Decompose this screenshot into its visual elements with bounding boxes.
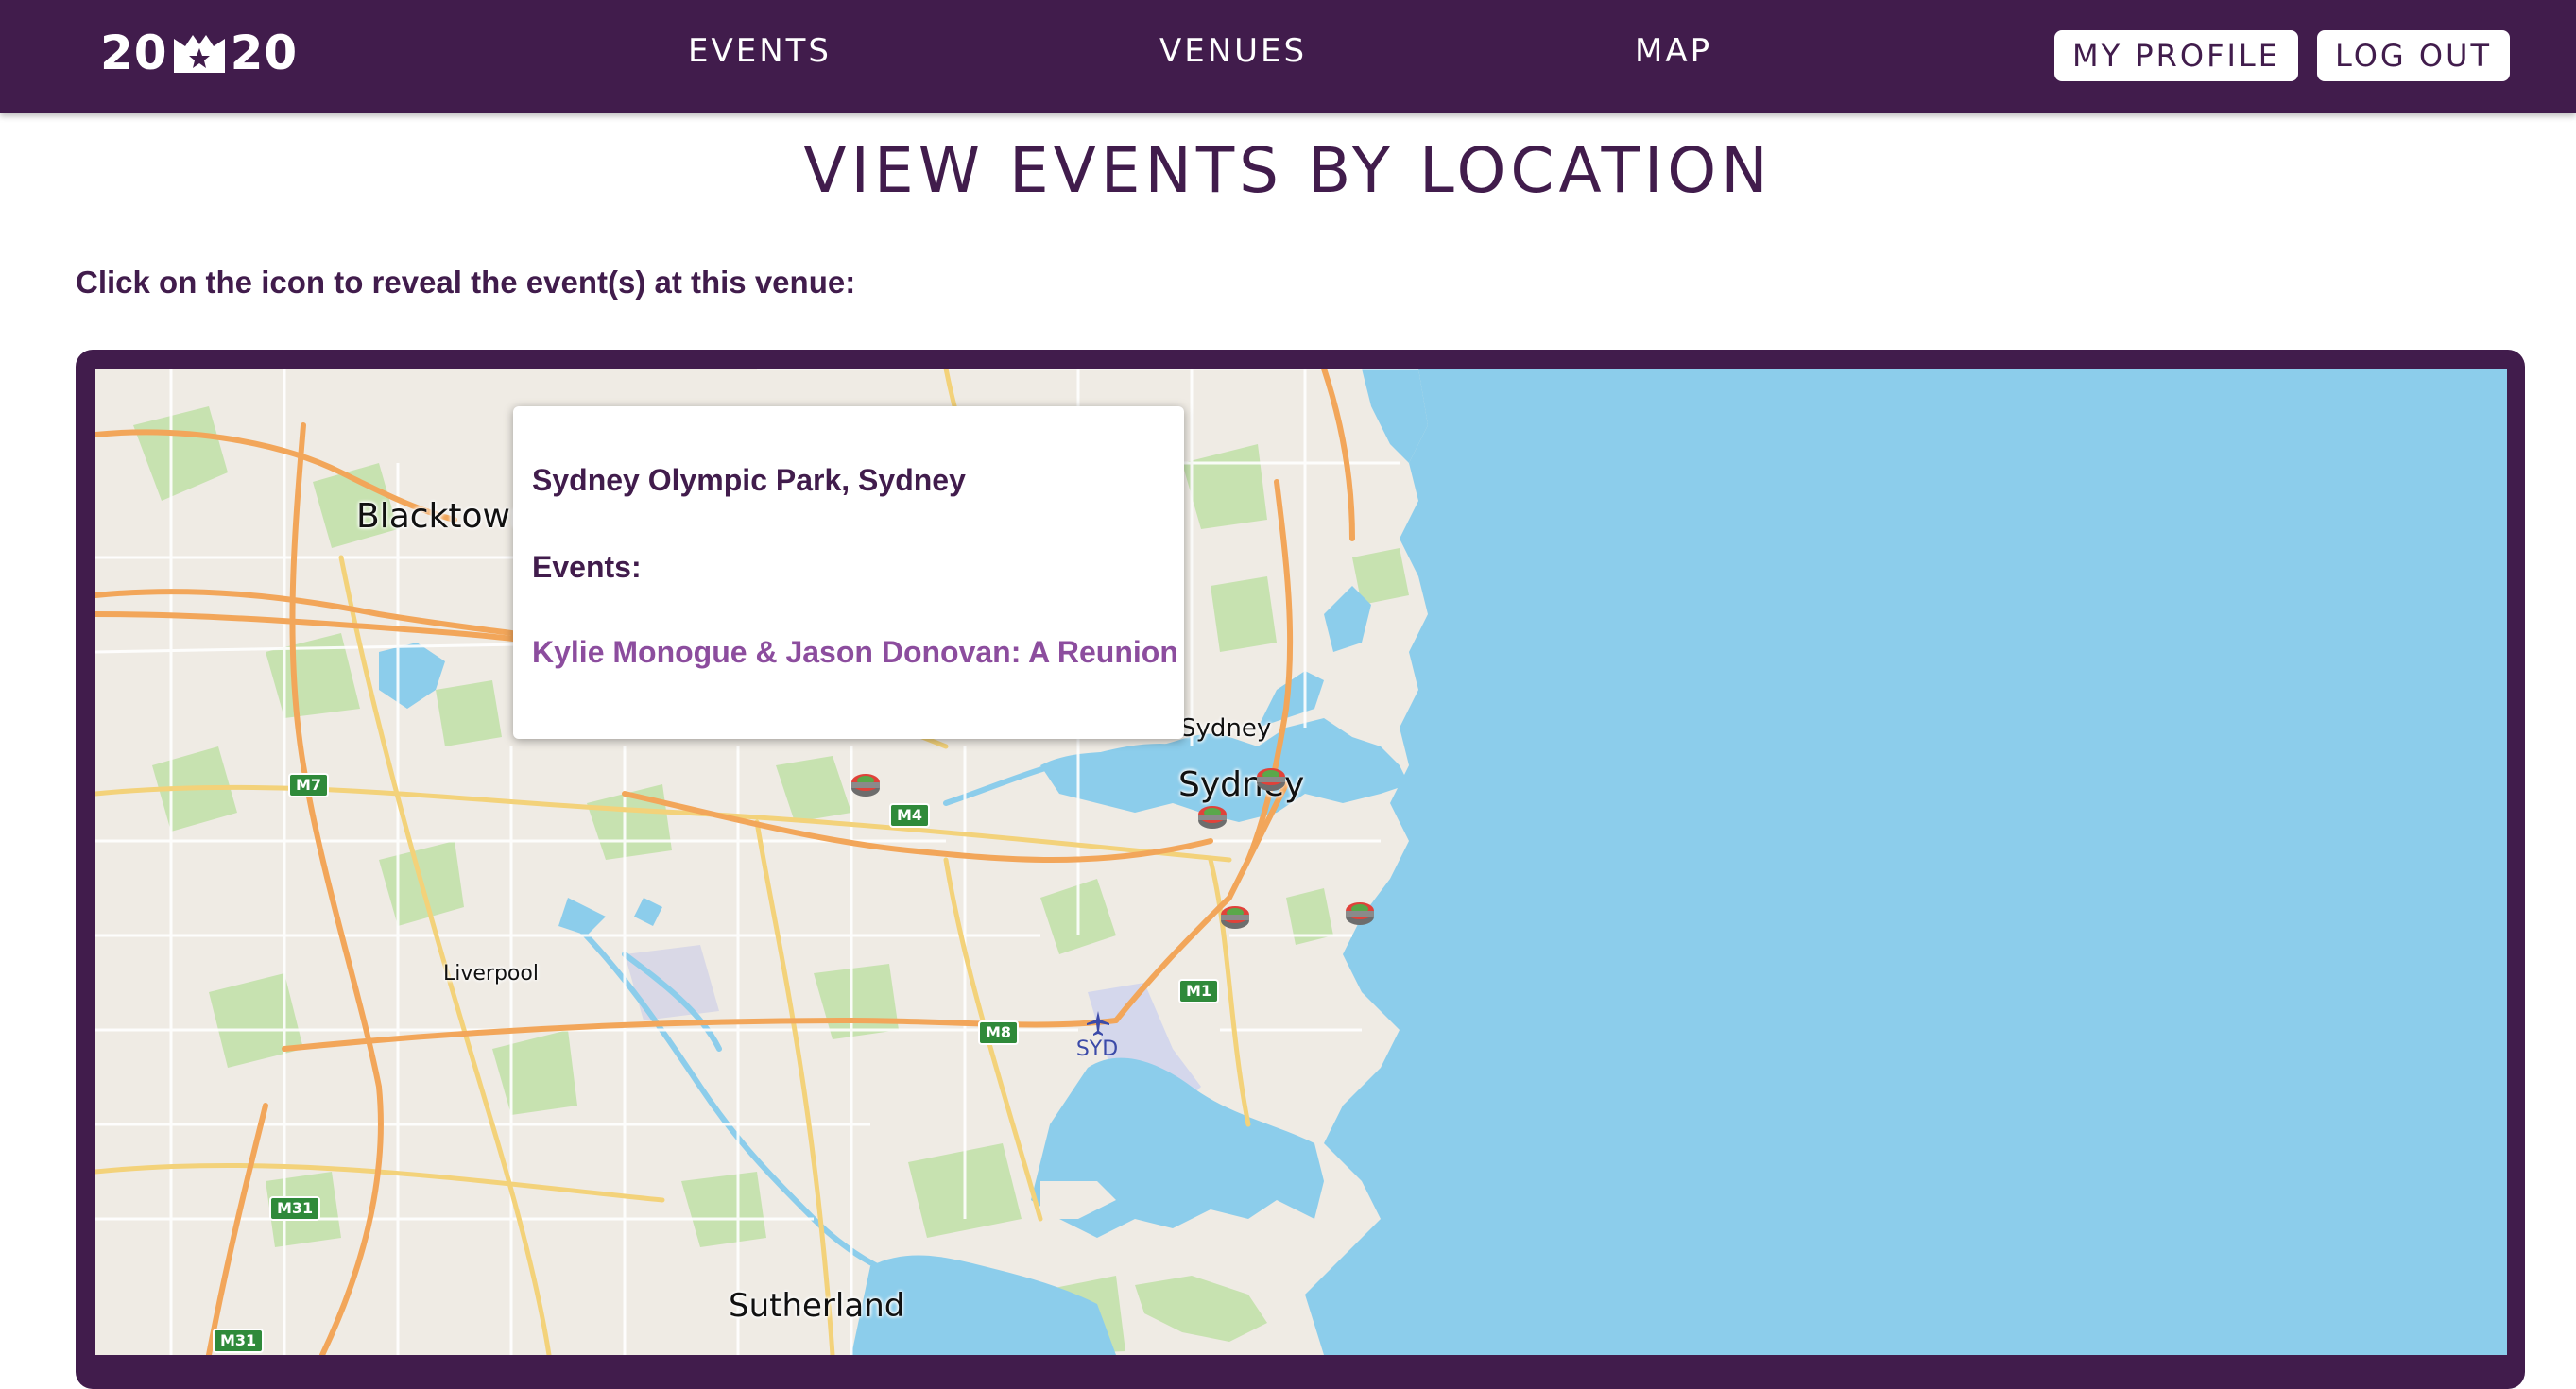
my-profile-button[interactable]: MY PROFILE <box>2054 30 2298 81</box>
logo-text-right: 20 <box>230 26 299 80</box>
popup-event-link[interactable]: Kylie Monogue & Jason Donovan: A Reunion <box>532 635 1178 670</box>
popup-venue-name: Sydney Olympic Park, Sydney <box>532 463 966 497</box>
nav-link-venues[interactable]: VENUES <box>1159 32 1307 70</box>
venue-popup: Sydney Olympic Park, Sydney Events: Kyli… <box>513 406 1184 739</box>
nav-link-map[interactable]: MAP <box>1635 32 1712 70</box>
venue-marker-stadium-icon[interactable] <box>1195 797 1229 832</box>
road-shield-m1: M1 <box>1178 979 1220 1003</box>
airport-icon <box>1087 1011 1109 1036</box>
map-instructions: Click on the icon to reveal the event(s)… <box>76 265 856 300</box>
top-navbar: 20 20 EVENTS VENUES MAP MY PROFILE LOG O… <box>0 0 2576 113</box>
road-shield-m31-south: M31 <box>213 1329 265 1353</box>
page-title: VIEW EVENTS BY LOCATION <box>803 134 1773 207</box>
venue-marker-stadium-icon[interactable] <box>1254 760 1288 794</box>
venue-marker-stadium-icon[interactable] <box>1343 894 1377 928</box>
nav-link-events[interactable]: EVENTS <box>688 32 832 70</box>
venue-map[interactable]: Blacktown Sydney Sydney Liverpool Suther… <box>95 369 2507 1355</box>
road-shield-m4: M4 <box>889 803 931 828</box>
popup-events-heading: Events: <box>532 550 642 584</box>
site-logo[interactable]: 20 20 <box>100 26 299 80</box>
airport-label: SYD <box>1075 1037 1119 1061</box>
venue-marker-stadium-icon[interactable] <box>849 765 883 799</box>
crown-ticket-logo-icon <box>173 35 225 73</box>
place-label-blacktown: Blacktown <box>356 497 532 536</box>
place-label-liverpool: Liverpool <box>443 962 539 986</box>
logo-text-left: 20 <box>100 26 168 80</box>
road-shield-m7: M7 <box>288 773 330 797</box>
log-out-button[interactable]: LOG OUT <box>2317 30 2510 81</box>
place-label-sutherland: Sutherland <box>729 1287 905 1325</box>
venue-marker-stadium-icon[interactable] <box>1218 898 1252 932</box>
road-shield-m8: M8 <box>978 1020 1020 1045</box>
place-label-north-sydney: Sydney <box>1180 714 1272 743</box>
road-shield-m31: M31 <box>269 1196 321 1221</box>
